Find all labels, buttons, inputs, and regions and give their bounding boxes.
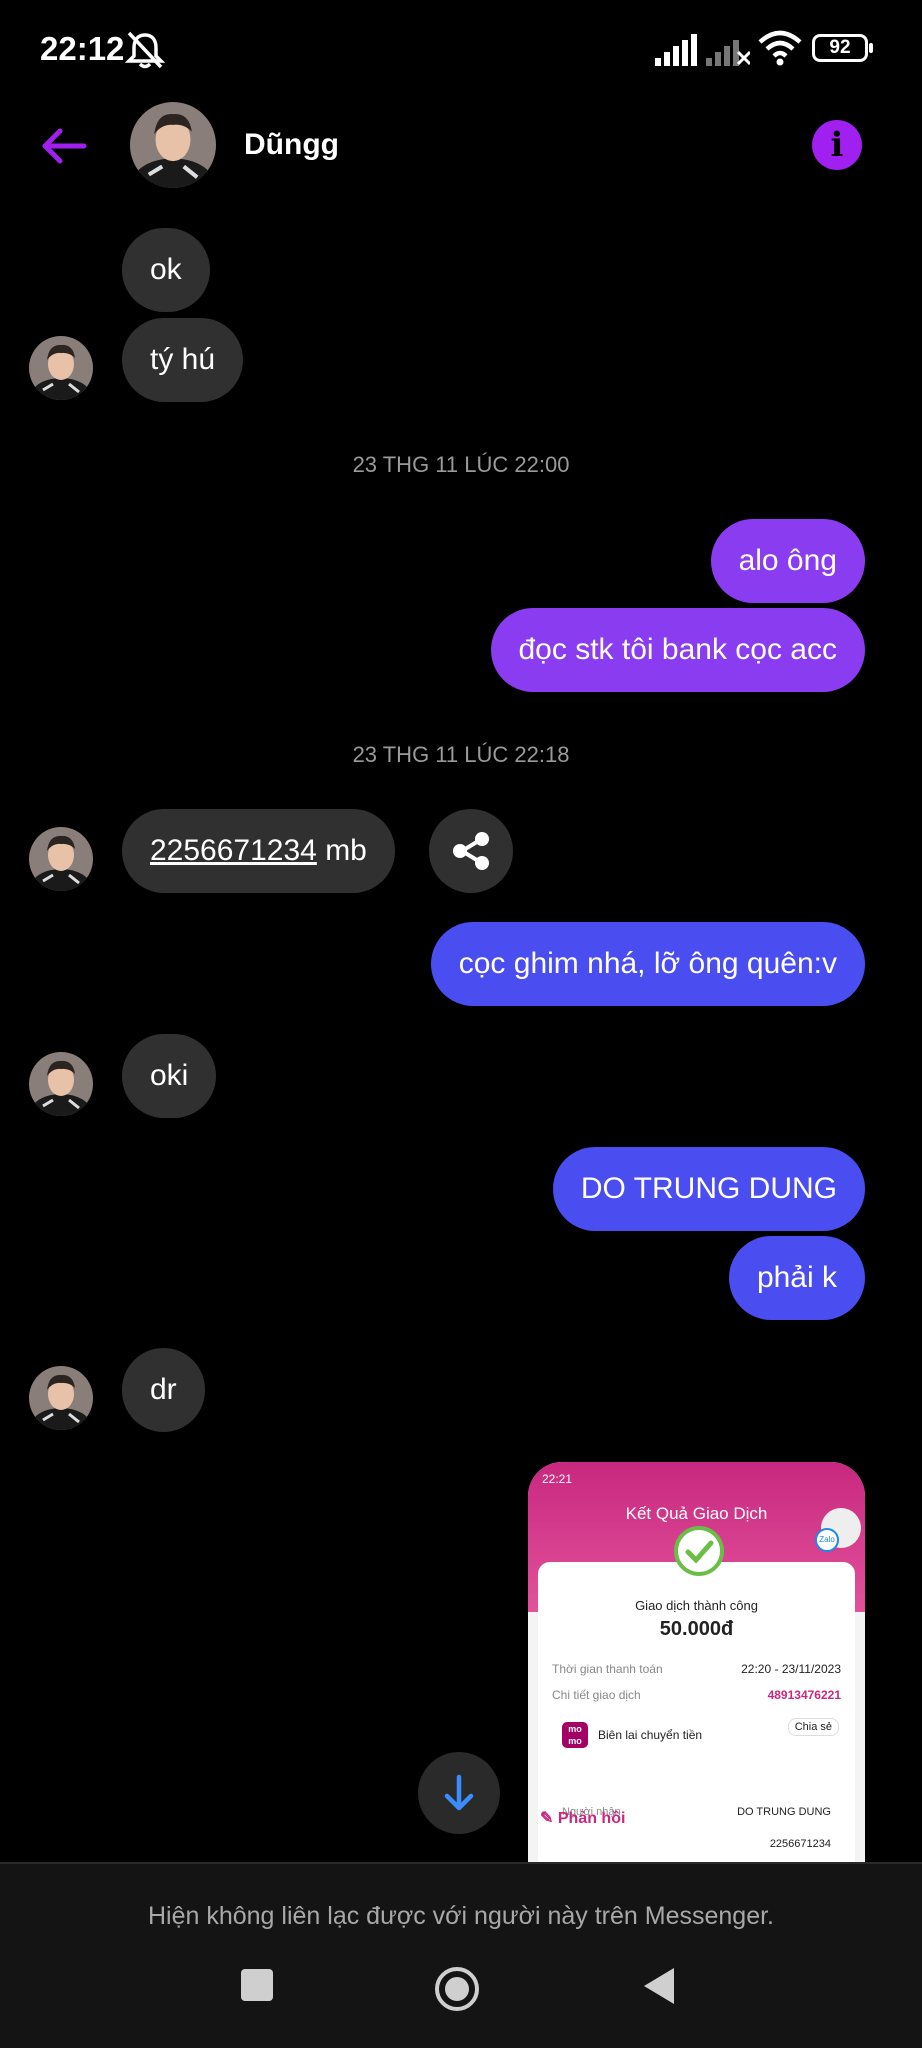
scroll-to-bottom-button[interactable]	[418, 1752, 500, 1834]
unavailable-notice: Hiện không liên lạc được với người này t…	[147, 1902, 774, 1930]
receipt-label: Biên lai chuyển tiền	[598, 1728, 703, 1742]
time-label: Thời gian thanh toán	[552, 1662, 663, 1676]
success-check-icon	[674, 1526, 724, 1576]
reply-button[interactable]: ✎ Phản hồi	[540, 1808, 625, 1828]
message-bubble-outgoing[interactable]: DO TRUNG DUNG	[552, 1147, 865, 1231]
contact-name[interactable]: Dũngg	[244, 128, 339, 162]
recipient-value: DO TRUNG DUNG	[737, 1806, 831, 1818]
detail-value: 48913476221	[767, 1688, 841, 1702]
receipt-title: Kết Quả Giao Dịch	[625, 1504, 768, 1523]
sender-avatar[interactable]	[29, 1052, 93, 1116]
message-bubble-incoming[interactable]: tý hú	[122, 318, 244, 402]
battery-icon: 92	[812, 34, 873, 62]
time-value: 22:20 - 23/11/2023	[741, 1662, 841, 1676]
message-bubble-incoming[interactable]: oki	[122, 1034, 217, 1118]
sender-avatar[interactable]	[29, 1366, 93, 1430]
arrow-down-icon	[444, 1774, 474, 1811]
message-bubble-outgoing[interactable]: phải k	[728, 1236, 865, 1320]
contact-avatar[interactable]	[130, 102, 216, 188]
receipt-avatar: Zalo	[815, 1508, 861, 1552]
back-nav-icon[interactable]	[640, 1966, 676, 2006]
sender-avatar[interactable]	[29, 827, 93, 891]
timestamp: 23 THG 11 LÚC 22:00	[352, 452, 570, 477]
avatar-photo	[130, 102, 216, 188]
receipt-status-time: 22:21	[542, 1472, 573, 1486]
home-icon[interactable]	[434, 1966, 480, 2012]
timestamp: 23 THG 11 LÚC 22:18	[352, 742, 570, 767]
message-text: mb	[316, 834, 367, 867]
sender-avatar[interactable]	[29, 336, 93, 400]
status-bar: 22:12 92	[0, 0, 922, 100]
signal-no-service-icon	[706, 40, 750, 66]
signal-icon	[655, 34, 697, 66]
status-time: 22:12	[40, 30, 125, 67]
detail-label: Chi tiết giao dịch	[552, 1688, 641, 1702]
zalo-badge: Zalo	[815, 1528, 839, 1552]
success-text: Giao dịch thành công	[635, 1598, 758, 1613]
share-receipt-button: Chia sẻ	[787, 1718, 839, 1736]
message-bubble-incoming[interactable]: 2256671234 mb	[122, 809, 395, 893]
info-icon[interactable]: i	[812, 120, 862, 170]
message-bubble-outgoing[interactable]: cọc ghim nhá, lỡ ông quên:v	[430, 922, 865, 1006]
image-message[interactable]: 22:21 Kết Quả Giao Dịch Zalo Giao dịch t…	[528, 1462, 865, 1862]
chat-header: Dũngg i	[0, 100, 922, 192]
recent-apps-icon[interactable]	[240, 1968, 274, 2002]
account-number-link[interactable]: 2256671234	[150, 834, 317, 867]
battery-level: 92	[829, 37, 851, 58]
account-value: 2256671234	[769, 1838, 831, 1850]
edit-icon: ✎	[540, 1810, 554, 1827]
message-bubble-incoming[interactable]: ok	[122, 228, 210, 312]
muted-bell-icon	[124, 31, 166, 69]
message-bubble-outgoing[interactable]: đọc stk tôi bank cọc acc	[490, 608, 865, 692]
back-arrow-icon[interactable]	[38, 120, 90, 172]
message-bubble-outgoing[interactable]: alo ông	[710, 519, 865, 603]
message-bubble-incoming[interactable]: dr	[122, 1348, 205, 1432]
reply-label: Phản hồi	[557, 1810, 626, 1827]
amount: 50.000đ	[659, 1618, 734, 1640]
wifi-icon	[758, 30, 802, 66]
footer: Hiện không liên lạc được với người này t…	[0, 1862, 922, 2048]
momo-logo: mo mo	[562, 1722, 588, 1748]
share-button[interactable]	[429, 809, 513, 893]
share-icon	[453, 832, 489, 870]
